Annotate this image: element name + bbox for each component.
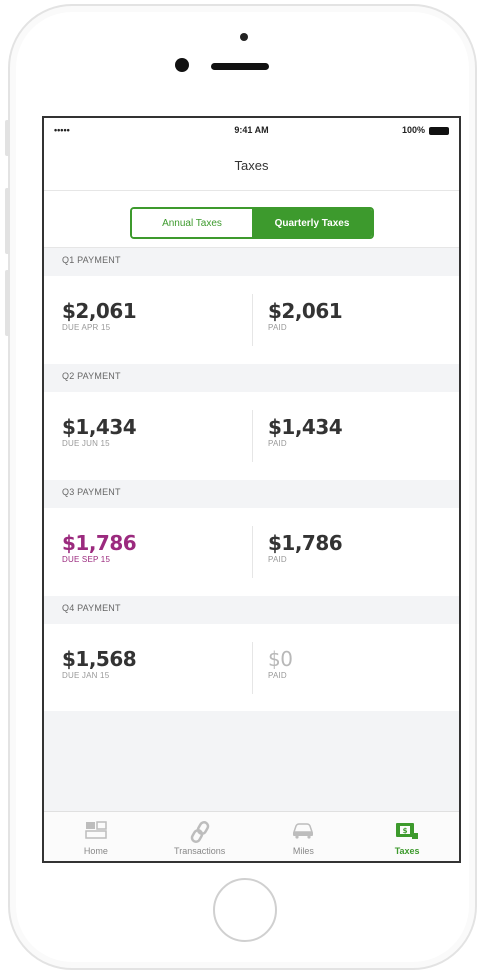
svg-text:$: $ <box>403 827 408 835</box>
home-icon <box>85 821 107 844</box>
column-divider <box>252 410 253 462</box>
paid-label: PAID <box>268 439 287 448</box>
earpiece-speaker <box>211 63 269 70</box>
front-camera <box>240 33 248 41</box>
paid-column: $2,061 PAID <box>268 299 343 332</box>
due-column: $2,061 DUE APR 15 <box>62 299 137 332</box>
status-bar: ••••• 9:41 AM 100% <box>44 118 459 142</box>
section-header-q1: Q1 PAYMENT <box>44 248 459 276</box>
link-icon <box>189 821 211 848</box>
column-divider <box>252 642 253 694</box>
due-amount: $2,061 <box>62 299 137 323</box>
payment-row-q1[interactable]: $2,061 DUE APR 15 $2,061 PAID <box>44 276 459 364</box>
tab-label: Taxes <box>394 846 420 856</box>
battery-percent: 100% <box>401 125 425 135</box>
paid-amount: $1,434 <box>268 415 343 439</box>
tab-bar: Home Transactions Miles $ Taxes <box>44 811 459 861</box>
app-screen: ••••• 9:41 AM 100% Taxes Annual Taxes Qu… <box>42 116 461 863</box>
due-date: DUE APR 15 <box>62 323 111 332</box>
due-amount: $1,568 <box>62 647 137 671</box>
volume-down-button <box>5 270 10 336</box>
annual-taxes-segment[interactable]: Annual Taxes <box>132 209 252 237</box>
tab-taxes[interactable]: $ Taxes <box>355 812 459 861</box>
taxes-icon: $ <box>395 821 419 846</box>
section-header-q3: Q3 PAYMENT <box>44 480 459 508</box>
due-date: DUE SEP 15 <box>62 555 111 564</box>
section-header-q4: Q4 PAYMENT <box>44 596 459 624</box>
payment-row-q3[interactable]: $1,786 DUE SEP 15 $1,786 PAID <box>44 508 459 596</box>
tab-miles[interactable]: Miles <box>252 812 356 861</box>
empty-area <box>44 711 459 811</box>
paid-amount: $0 <box>268 647 293 671</box>
due-column: $1,786 DUE SEP 15 <box>62 531 137 564</box>
due-date: DUE JUN 15 <box>62 439 110 448</box>
tab-label: Home <box>83 846 108 856</box>
paid-label: PAID <box>268 555 287 564</box>
section-header-q2: Q2 PAYMENT <box>44 364 459 392</box>
tab-transactions[interactable]: Transactions <box>148 812 252 861</box>
car-icon <box>291 821 315 844</box>
home-button[interactable] <box>213 878 277 942</box>
paid-label: PAID <box>268 671 287 680</box>
due-column: $1,434 DUE JUN 15 <box>62 415 137 448</box>
proximity-sensor <box>175 58 189 72</box>
due-amount: $1,786 <box>62 531 137 555</box>
mute-switch <box>5 120 10 156</box>
paid-column: $1,786 PAID <box>268 531 343 564</box>
volume-up-button <box>5 188 10 254</box>
paid-label: PAID <box>268 323 287 332</box>
paid-column: $0 PAID <box>268 647 293 680</box>
tab-home[interactable]: Home <box>44 812 148 861</box>
nav-divider <box>44 190 459 191</box>
battery-icon <box>429 127 449 135</box>
tab-label: Transactions <box>174 846 226 856</box>
paid-amount: $1,786 <box>268 531 343 555</box>
due-amount: $1,434 <box>62 415 137 439</box>
quarterly-taxes-segment[interactable]: Quarterly Taxes <box>252 209 372 237</box>
column-divider <box>252 526 253 578</box>
due-date: DUE JAN 15 <box>62 671 110 680</box>
payment-row-q4[interactable]: $1,568 DUE JAN 15 $0 PAID <box>44 624 459 712</box>
paid-column: $1,434 PAID <box>268 415 343 448</box>
paid-amount: $2,061 <box>268 299 343 323</box>
column-divider <box>252 294 253 346</box>
tab-label: Miles <box>292 846 314 856</box>
payment-row-q2[interactable]: $1,434 DUE JUN 15 $1,434 PAID <box>44 392 459 480</box>
due-column: $1,568 DUE JAN 15 <box>62 647 137 680</box>
status-time: 9:41 AM <box>234 125 269 135</box>
tax-period-segmented-control[interactable]: Annual Taxes Quarterly Taxes <box>130 207 374 239</box>
page-title: Taxes <box>234 158 269 173</box>
